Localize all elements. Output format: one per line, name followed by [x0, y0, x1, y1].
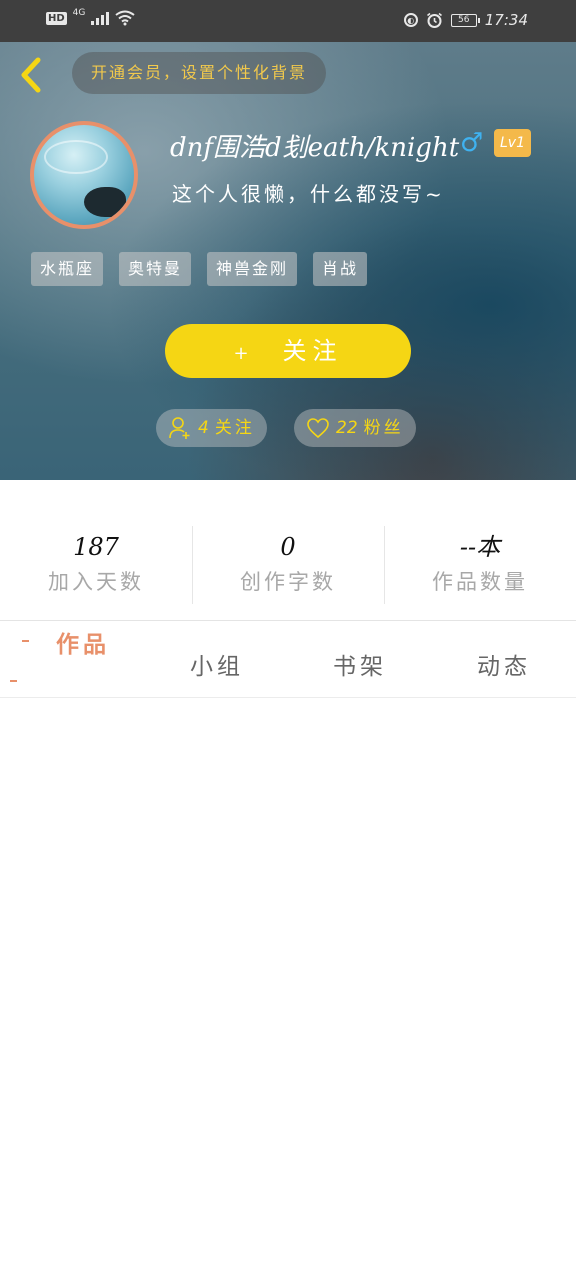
clock: 17:34 [484, 11, 528, 29]
active-tab-marker [22, 640, 29, 642]
bio-text: 这个人很懒，什么都没写~ [172, 182, 445, 206]
user-add-icon [169, 417, 190, 439]
stat-value: 187 [73, 533, 119, 561]
profile-tabs: 作品 小组 书架 动态 [0, 621, 576, 697]
stat-value: 0 [280, 533, 296, 561]
tag-item[interactable]: 肖战 [313, 252, 368, 286]
wifi-icon [115, 10, 135, 26]
fans-count: 22 [336, 418, 358, 438]
back-arrow-icon[interactable] [14, 56, 48, 94]
vip-background-prompt[interactable]: 开通会员，设置个性化背景 [72, 52, 327, 94]
stat-label: 加入天数 [48, 570, 144, 594]
divider [0, 697, 576, 698]
avatar[interactable] [30, 121, 138, 229]
username: dnf围浩d刬eath/knight [170, 133, 460, 163]
tab-bookshelf[interactable]: 书架 [333, 647, 387, 681]
follow-button[interactable]: + 关注 [165, 324, 411, 378]
male-gender-icon: ♂ [460, 128, 484, 158]
tab-works[interactable]: 作品 [56, 625, 110, 659]
stat-value: --本 [459, 533, 501, 561]
following-count: 4 [198, 418, 209, 438]
stat-label: 作品数量 [432, 570, 528, 594]
fans-label: 粉丝 [363, 418, 404, 438]
following-label: 关注 [214, 418, 255, 438]
fans-count-button[interactable]: 22 粉丝 [294, 409, 416, 447]
profile-header: 开通会员，设置个性化背景 dnf围浩d刬eath/knight ♂ Lv1 这个… [0, 42, 576, 480]
hd-badge: HD [46, 11, 67, 25]
heart-icon [307, 418, 329, 439]
active-tab-marker [10, 680, 17, 682]
stat-works-count: --本 作品数量 [384, 520, 576, 608]
status-bar: HD 4G ◐ 56 17:34 [0, 0, 576, 42]
plus-icon: + [233, 343, 255, 364]
tag-item[interactable]: 水瓶座 [31, 252, 104, 286]
following-count-button[interactable]: 4 关注 [156, 409, 267, 447]
battery-icon: 56 [450, 13, 480, 27]
tag-item[interactable]: 奥特曼 [119, 252, 192, 286]
tab-groups[interactable]: 小组 [190, 647, 244, 681]
tag-item[interactable]: 神兽金刚 [207, 252, 298, 286]
follow-button-label: 关注 [282, 337, 343, 365]
network-type: 4G [72, 8, 86, 18]
stat-word-count: 0 创作字数 [192, 520, 384, 608]
tab-activity[interactable]: 动态 [477, 647, 531, 681]
alarm-icon [426, 12, 442, 28]
profile-stats: 187 加入天数 0 创作字数 --本 作品数量 [0, 520, 576, 608]
data-saver-icon: ◐ [403, 13, 418, 27]
signal-icon [91, 11, 110, 25]
stat-label: 创作字数 [240, 570, 336, 594]
interest-tags: 水瓶座 奥特曼 神兽金刚 肖战 [31, 252, 368, 286]
stat-join-days: 187 加入天数 [0, 520, 192, 608]
level-badge: Lv1 [494, 129, 531, 157]
battery-level: 56 [458, 15, 470, 25]
